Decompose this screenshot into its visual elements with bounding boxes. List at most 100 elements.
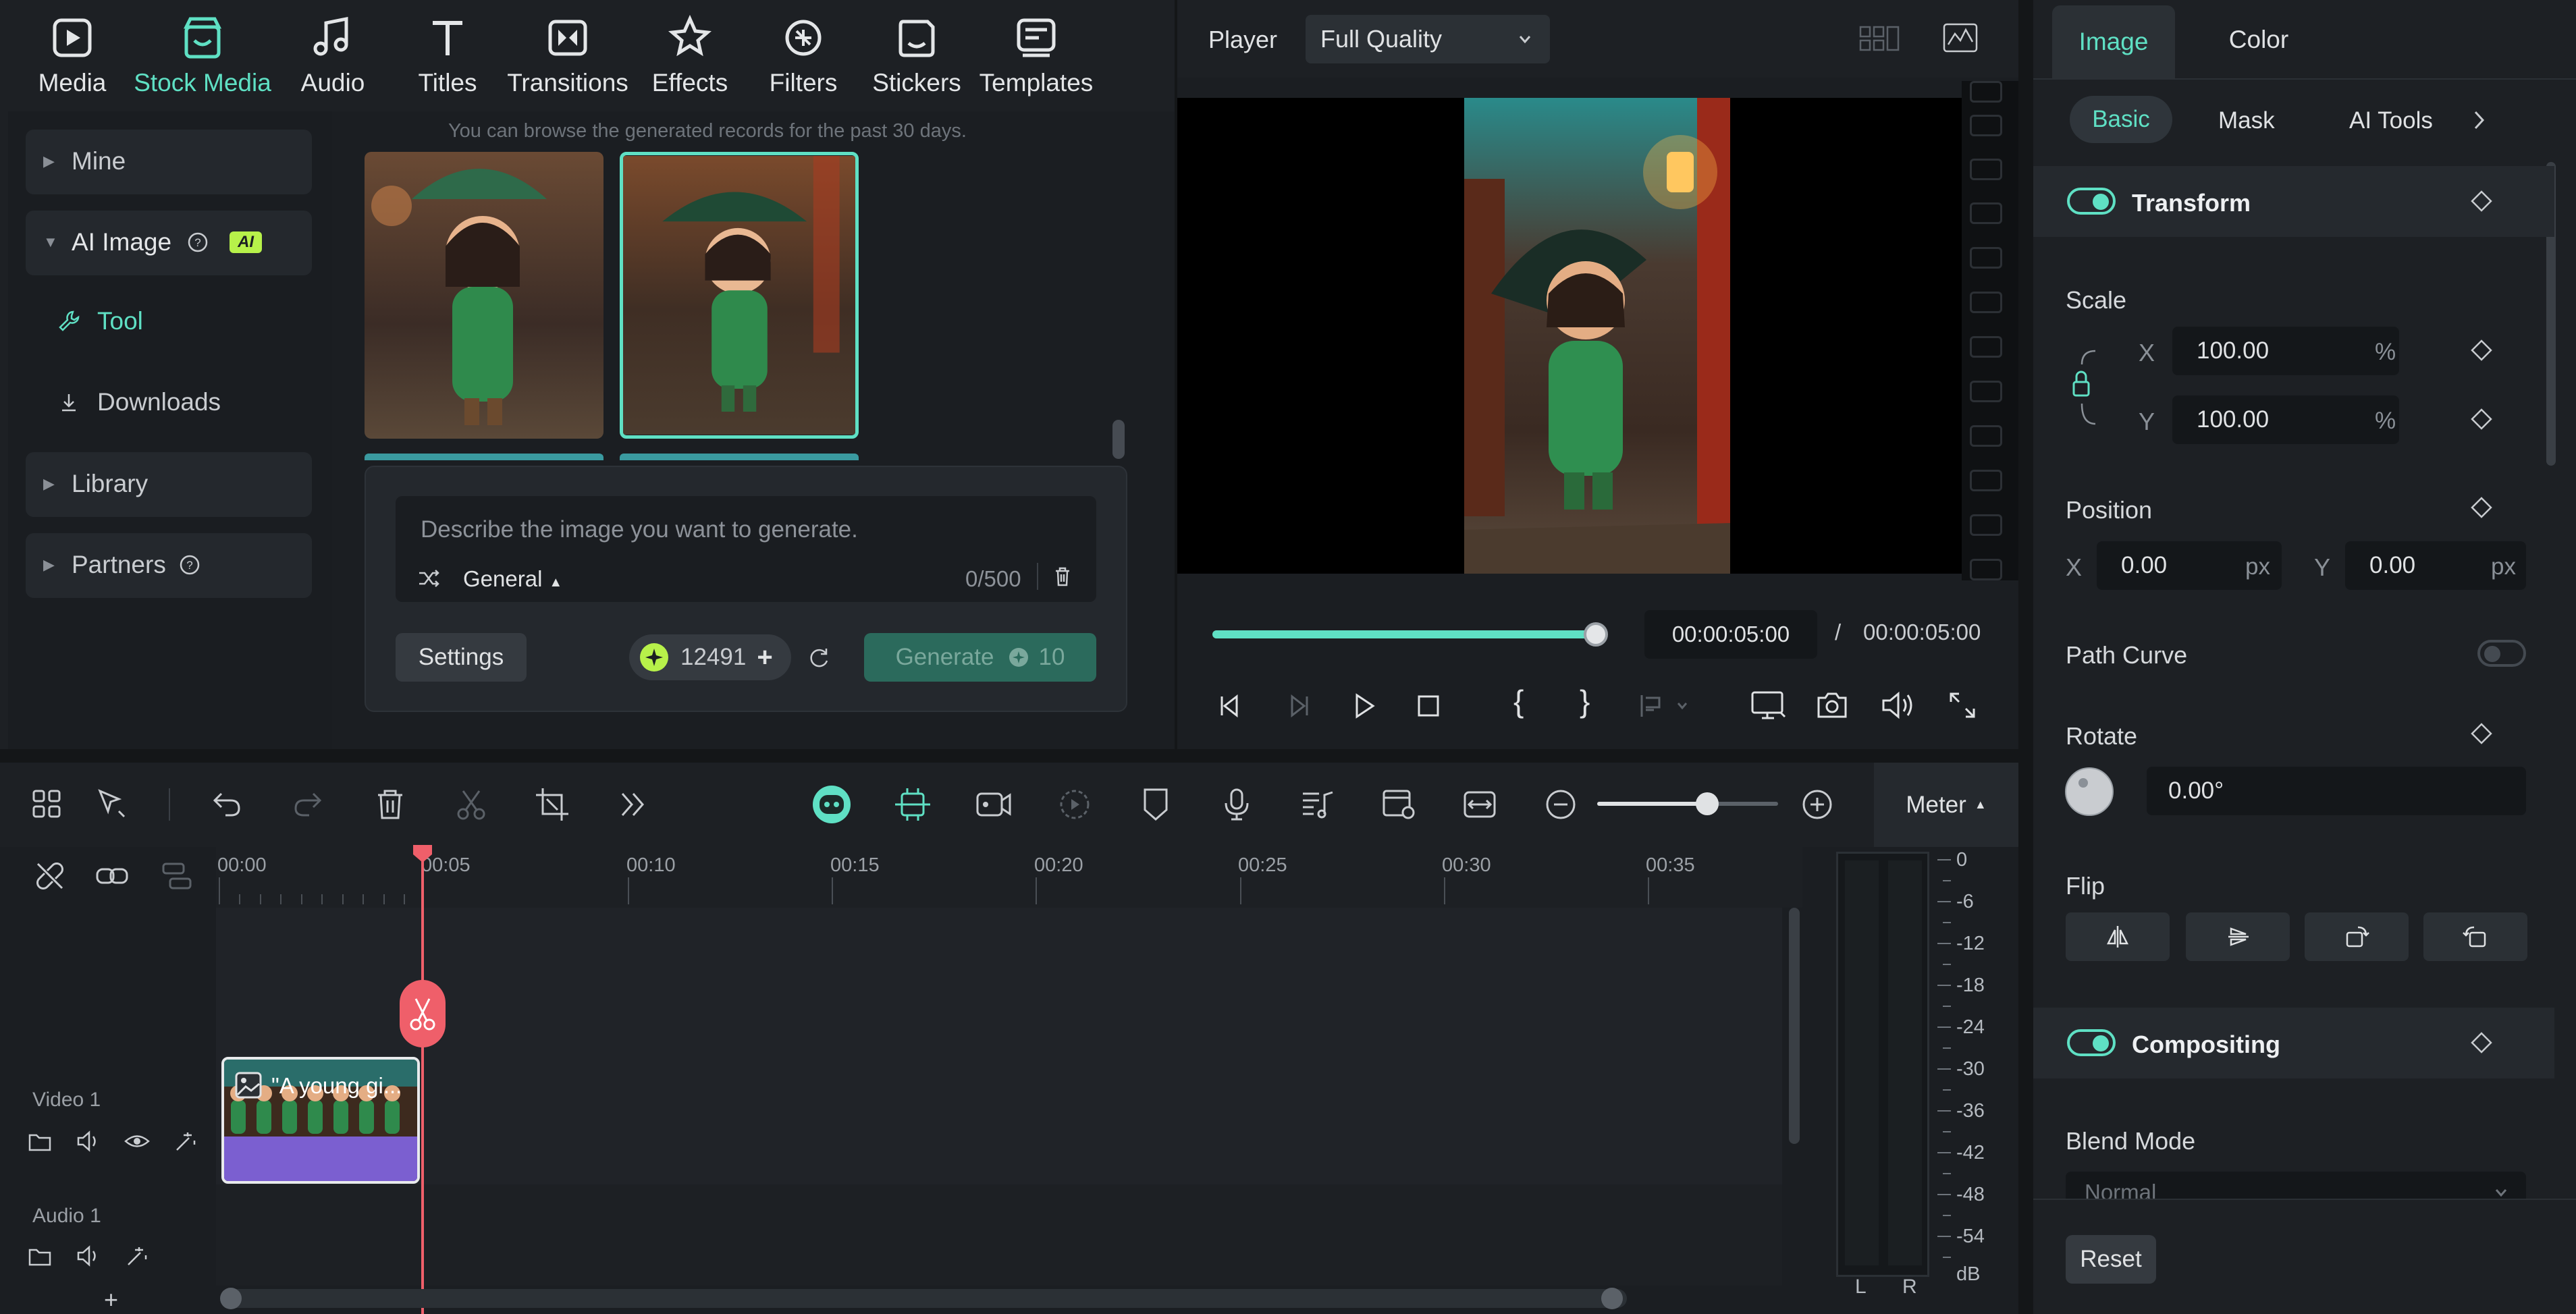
- playhead-line[interactable]: [421, 854, 424, 1314]
- rotate-input[interactable]: 0.00°: [2147, 767, 2526, 815]
- generated-image-1[interactable]: [365, 152, 603, 439]
- play-icon[interactable]: [1346, 688, 1381, 723]
- zoom-slider[interactable]: [1597, 802, 1778, 806]
- add-track-button[interactable]: +: [104, 1286, 118, 1314]
- scale-x-input[interactable]: 100.00: [2172, 327, 2399, 375]
- layout-grid-icon[interactable]: [27, 784, 68, 825]
- tab-stickers[interactable]: Stickers: [853, 7, 981, 108]
- add-credits-icon[interactable]: +: [757, 642, 772, 673]
- timeline-vscroll-thumb[interactable]: [1789, 908, 1800, 1144]
- nav-downloads[interactable]: Downloads: [55, 388, 221, 416]
- tab-filters[interactable]: Filters: [739, 7, 867, 108]
- style-select[interactable]: General ▲: [463, 566, 562, 592]
- mark-in-icon[interactable]: {: [1513, 683, 1524, 719]
- tab-effects[interactable]: Effects: [626, 7, 754, 108]
- fit-timeline-icon[interactable]: [1459, 784, 1500, 825]
- meter-toggle[interactable]: Meter ▲: [1874, 763, 2018, 847]
- link-scale-icon[interactable]: [2066, 344, 2099, 431]
- marker-icon[interactable]: [1135, 784, 1176, 825]
- mark-out-icon[interactable]: }: [1580, 683, 1590, 719]
- fullscreen-icon[interactable]: [1944, 687, 1981, 723]
- scale-y-input[interactable]: 100.00: [2172, 395, 2399, 444]
- snapshot-icon[interactable]: [1813, 687, 1851, 723]
- subtab-ai-tools[interactable]: AI Tools: [2349, 107, 2433, 134]
- audio-track-lane[interactable]: [216, 1184, 1782, 1286]
- progress-knob[interactable]: [1584, 622, 1608, 647]
- rotate-dial[interactable]: [2064, 767, 2114, 817]
- next-frame-icon[interactable]: [1280, 688, 1315, 723]
- smart-detect-icon[interactable]: [892, 784, 933, 825]
- credits-pill[interactable]: 12491 +: [629, 634, 791, 680]
- help-icon[interactable]: ?: [186, 231, 209, 254]
- delete-icon[interactable]: [370, 784, 410, 825]
- tab-color[interactable]: Color: [2191, 26, 2326, 54]
- generate-button[interactable]: Generate 10: [864, 633, 1096, 682]
- generated-image-2-selected[interactable]: [620, 152, 859, 439]
- keyframe-icon[interactable]: [2469, 338, 2494, 362]
- hscroll-right-handle[interactable]: [1601, 1288, 1623, 1309]
- scopes-icon[interactable]: [1941, 22, 1979, 54]
- ai-video-icon[interactable]: [973, 784, 1014, 825]
- current-timecode[interactable]: 00:00:05:00: [1644, 610, 1817, 659]
- prompt-input[interactable]: Describe the image you want to generate.: [421, 516, 858, 543]
- speed-ramp-icon[interactable]: [1054, 784, 1095, 825]
- preview-render-icon[interactable]: [1378, 784, 1419, 825]
- redo-icon[interactable]: [288, 784, 328, 825]
- tab-stock-media[interactable]: Stock Media: [134, 7, 271, 108]
- hscroll-left-handle[interactable]: [220, 1288, 242, 1309]
- microphone-icon[interactable]: [1216, 784, 1257, 825]
- zoom-in-icon[interactable]: [1797, 784, 1837, 825]
- nav-ai-image[interactable]: ▼ AI Image ? AI: [26, 211, 312, 275]
- folder-icon[interactable]: [26, 1127, 54, 1155]
- layout-icon[interactable]: [1858, 23, 1901, 55]
- ai-copilot-icon[interactable]: [811, 784, 852, 825]
- split-marker[interactable]: [400, 980, 446, 1047]
- rotate-counterclockwise-button[interactable]: [2423, 912, 2527, 961]
- unlink-icon[interactable]: [31, 857, 69, 895]
- nav-mine[interactable]: ▶ Mine: [26, 130, 312, 194]
- zoom-knob[interactable]: [1696, 792, 1719, 815]
- track-volume-icon[interactable]: [74, 1127, 103, 1155]
- nav-tool[interactable]: Tool: [55, 307, 143, 335]
- nav-partners[interactable]: ▶ Partners ?: [26, 533, 312, 598]
- zoom-out-icon[interactable]: [1540, 784, 1581, 825]
- track-volume-icon[interactable]: [74, 1242, 103, 1270]
- display-settings-icon[interactable]: [1748, 687, 1789, 723]
- help-icon[interactable]: ?: [178, 553, 201, 576]
- keyframe-icon[interactable]: [2469, 495, 2494, 520]
- tab-templates[interactable]: Templates: [972, 7, 1100, 108]
- undo-icon[interactable]: [207, 784, 247, 825]
- keyframe-icon[interactable]: [2469, 1031, 2494, 1055]
- tab-media[interactable]: Media: [8, 7, 136, 108]
- tab-transitions[interactable]: Transitions: [504, 7, 632, 108]
- prev-frame-icon[interactable]: [1214, 688, 1249, 723]
- trash-icon[interactable]: [1050, 564, 1075, 588]
- keyframe-icon[interactable]: [2469, 721, 2494, 746]
- tab-image[interactable]: Image: [2052, 5, 2175, 78]
- progress-track[interactable]: [1212, 630, 1596, 638]
- quality-select[interactable]: Full Quality: [1306, 15, 1550, 63]
- keyframe-icon[interactable]: [2469, 189, 2494, 213]
- track-layout-icon[interactable]: [158, 857, 196, 895]
- nav-library[interactable]: ▶ Library: [26, 452, 312, 517]
- rotate-clockwise-button[interactable]: [2305, 912, 2409, 961]
- more-tools-icon[interactable]: [613, 784, 653, 825]
- eye-icon[interactable]: [123, 1127, 151, 1155]
- subtab-basic[interactable]: Basic: [2070, 96, 2172, 143]
- chevron-right-icon[interactable]: [2469, 108, 2490, 132]
- keyframe-icon[interactable]: [2469, 407, 2494, 431]
- crop-icon[interactable]: [532, 784, 572, 825]
- volume-icon[interactable]: [1878, 687, 1916, 723]
- tab-titles[interactable]: Titles: [383, 7, 512, 108]
- blend-mode-select[interactable]: Normal: [2066, 1172, 2526, 1199]
- transform-toggle[interactable]: [2067, 188, 2116, 215]
- magic-wand-icon[interactable]: [171, 1127, 200, 1155]
- refresh-icon[interactable]: [806, 645, 832, 670]
- shuffle-icon[interactable]: [415, 565, 442, 592]
- compositing-toggle[interactable]: [2067, 1029, 2116, 1056]
- audio-mix-icon[interactable]: [1297, 784, 1338, 825]
- subtab-mask[interactable]: Mask: [2218, 107, 2275, 134]
- tab-audio[interactable]: Audio: [269, 7, 397, 108]
- insert-options-icon[interactable]: [1636, 690, 1697, 722]
- results-scrollbar[interactable]: [1112, 420, 1125, 459]
